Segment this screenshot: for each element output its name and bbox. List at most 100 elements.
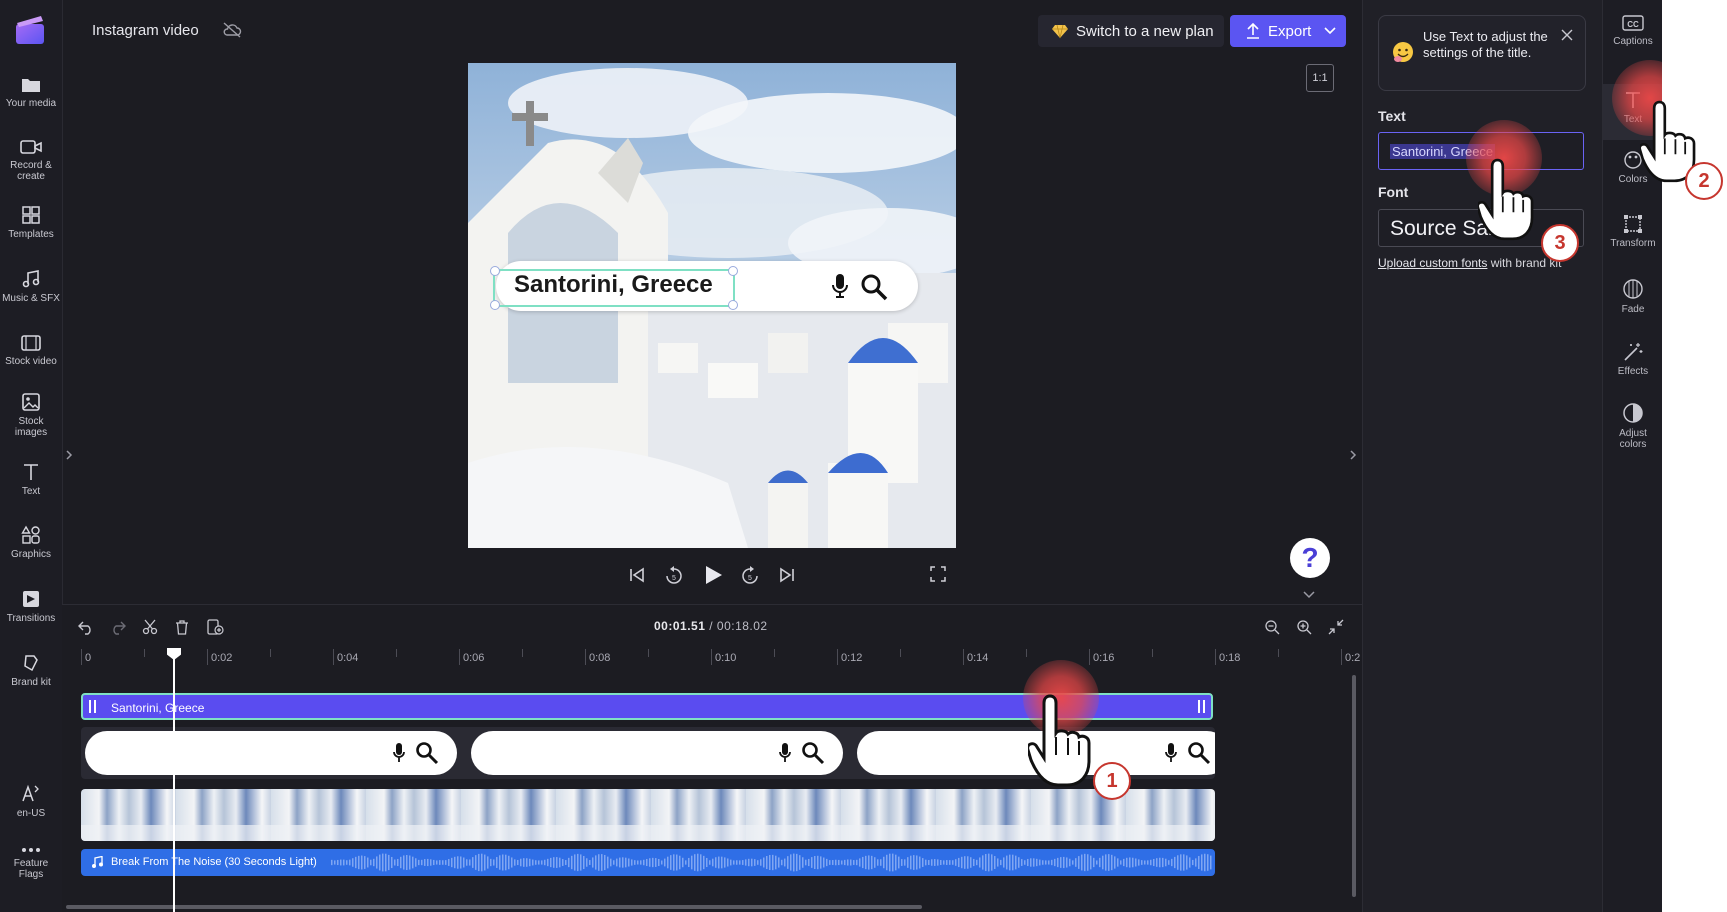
play-icon[interactable] [702,564,724,586]
chevron-down-icon[interactable] [1302,590,1316,600]
rewind-5s-icon[interactable]: 5 [664,566,684,586]
waveform-bar [1093,857,1095,868]
rail-captions[interactable]: CC Captions [1603,14,1662,47]
resize-handle[interactable] [728,266,738,276]
ruler-tick [774,649,775,657]
left-panel-toggle[interactable] [62,440,76,470]
waveform-bar [748,858,750,867]
waveform-bar [1090,855,1092,870]
ruler-tick [396,649,397,657]
ruler-label: 0:06 [463,652,485,664]
nav-feature-flags[interactable]: Feature Flags [0,846,62,880]
nav-brand-kit[interactable]: Brand kit [0,653,62,688]
nav-music-sfx[interactable]: Music & SFX [0,269,62,304]
project-title[interactable]: Instagram video [92,22,199,39]
vertical-scrollbar[interactable] [1352,675,1356,897]
waveform-bar [1120,860,1122,865]
waveform-bar [1039,859,1041,866]
waveform-bar [1156,858,1158,867]
switch-plan-button[interactable]: Switch to a new plan [1038,15,1224,47]
fit-timeline-icon[interactable] [1328,619,1344,635]
ruler-tick [585,649,586,665]
fullscreen-icon[interactable] [930,566,946,582]
nav-language[interactable]: en-US [0,784,62,819]
waveform-bar [592,857,594,868]
switch-plan-label: Switch to a new plan [1076,23,1214,40]
ruler-label: 0:10 [715,652,737,664]
ruler-tick [333,649,334,665]
waveform-bar [637,860,639,865]
rail-fade[interactable]: Fade [1603,278,1662,315]
waveform-bar [1126,857,1128,868]
waveform-bar [1069,858,1071,867]
current-time: 00:01.51 [654,619,706,633]
waveform-bar [1132,857,1134,868]
text-selection-box[interactable] [490,266,738,310]
nav-text[interactable]: Text [0,462,62,497]
waveform-bar [1105,854,1107,871]
waveform-bar [1159,857,1161,868]
waveform-bar [496,857,498,868]
aspect-ratio-button[interactable]: 1:1 [1306,64,1334,92]
waveform-bar [547,858,549,867]
waveform-bar [616,858,618,867]
add-to-timeline-icon[interactable] [206,619,224,635]
waveform-bar [1129,857,1131,868]
rail-transform[interactable]: Transform [1603,214,1662,249]
resize-handle[interactable] [490,266,500,276]
waveform-bar [784,858,786,867]
trim-handle-right[interactable] [1198,700,1205,713]
svg-text:CC: CC [1627,20,1639,29]
rail-label: Fade [1621,304,1645,315]
video-clip[interactable] [81,789,1215,841]
rail-adjust-colors[interactable]: Adjust colors [1603,402,1662,450]
horizontal-scrollbar[interactable] [66,905,922,909]
help-button[interactable]: ? [1290,538,1330,578]
waveform-bar [1054,858,1056,867]
captions-icon: CC [1622,15,1644,31]
nav-record-create[interactable]: Record & create [0,138,62,182]
waveform-bar [943,860,945,865]
waveform-bar [556,857,558,868]
ruler-label: 0 [85,652,92,664]
resize-handle[interactable] [728,300,738,310]
nav-stock-images[interactable]: Stock images [0,392,62,438]
zoom-out-icon[interactable] [1264,619,1280,635]
skip-back-icon[interactable] [628,566,646,584]
nav-templates[interactable]: Templates [0,205,62,240]
export-button[interactable]: Export [1230,15,1346,47]
nav-stock-video[interactable]: Stock video [0,334,62,367]
trim-handle-left[interactable] [89,700,96,713]
video-preview[interactable]: Santorini, Greece [468,63,956,548]
nav-your-media[interactable]: Your media [0,76,62,109]
waveform-bar [1072,860,1074,865]
rail-effects[interactable]: Effects [1603,342,1662,377]
ruler-label: 0:12 [841,652,863,664]
waveform-bar [757,860,759,865]
resize-handle[interactable] [490,300,500,310]
waveform-bar [922,858,924,867]
forward-5s-icon[interactable]: 5 [740,566,760,586]
upload-fonts-text: Upload custom fonts with brand kit [1378,256,1561,270]
left-sidebar: Your media Record & create Templates Mus… [0,0,63,912]
waveform-bar [1198,856,1200,869]
skip-forward-icon[interactable] [778,566,796,584]
close-icon[interactable] [1561,29,1573,41]
redo-icon[interactable] [110,619,126,635]
waveform-bar [595,855,597,870]
upload-custom-fonts-link[interactable]: Upload custom fonts [1378,256,1487,270]
waveform-bar [445,860,447,865]
trash-icon[interactable] [174,619,190,635]
waveform-bar [610,858,612,867]
zoom-in-icon[interactable] [1296,619,1312,635]
playhead[interactable] [167,648,181,912]
nav-transitions[interactable]: Transitions [0,589,62,624]
waveform-bar [418,859,420,866]
nav-graphics[interactable]: Graphics [0,525,62,560]
right-panel-toggle[interactable] [1346,440,1360,470]
audio-clip[interactable]: Break From The Noise (30 Seconds Light) [81,849,1215,876]
scissors-icon[interactable] [142,619,158,635]
music-note-icon [92,856,103,868]
graphic-thumbnail [471,731,843,775]
undo-icon[interactable] [78,619,94,635]
